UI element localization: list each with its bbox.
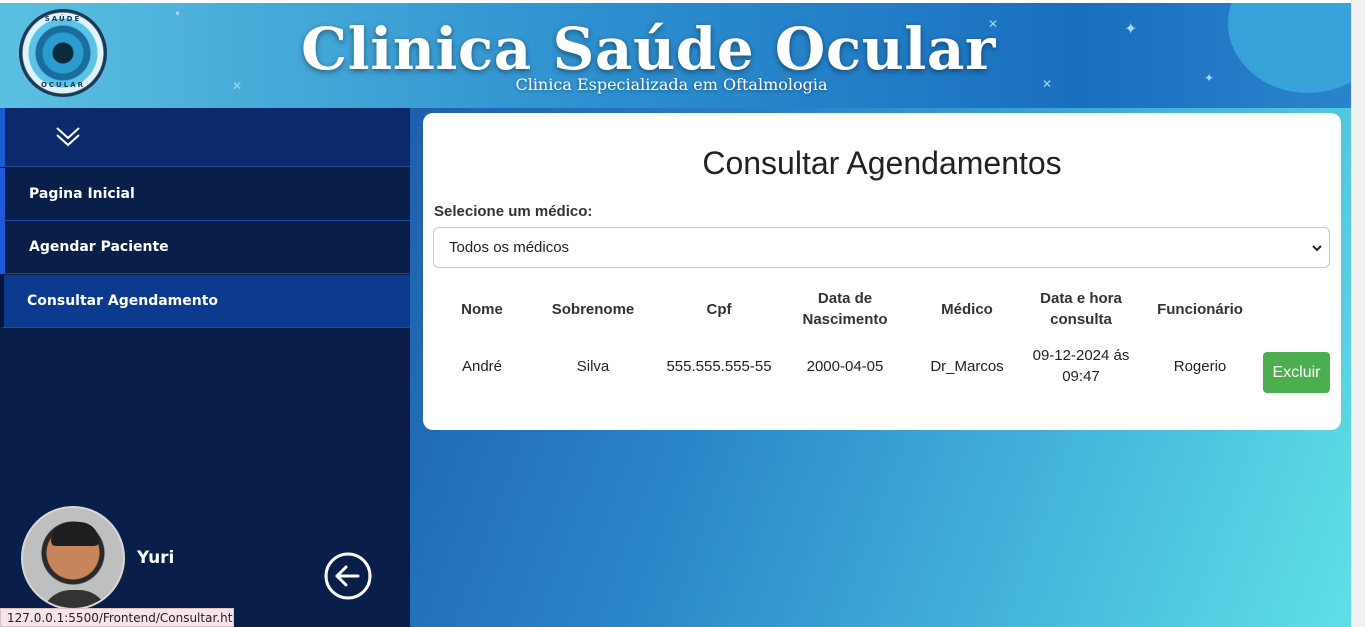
cell-data-hora: 09-12-2024 ás 09:47 [1032,347,1130,385]
chevron-down-icon [1312,245,1322,252]
delete-button[interactable]: Excluir [1263,352,1330,393]
column-header-funcionario: Funcionário [1157,301,1243,318]
avatar-hair [51,522,99,546]
column-header-medico: Médico [941,301,993,318]
sidebar-toggle-button[interactable] [0,108,410,167]
cell-sobrenome: Silva [576,358,610,375]
doctor-select-value: Todos os médicos [449,239,570,256]
sidebar-item-agendar-paciente[interactable]: Agendar Paciente [0,221,410,274]
chevron-double-down-icon [56,127,80,147]
cell-nome: André [461,358,503,375]
arrow-left-circle-icon[interactable] [323,551,373,601]
doctor-select-label: Selecione um médico: [434,203,593,220]
page-scrollbar[interactable] [1351,0,1365,627]
column-header-data-hora: Data e hora consulta [1040,290,1122,328]
user-name: Yuri [137,548,175,568]
status-bar-url: 127.0.0.1:5500/Frontend/Consultar.html [0,608,234,627]
avatar-shirt [41,590,109,608]
doctor-select[interactable]: Todos os médicos [433,227,1330,268]
avatar[interactable] [21,506,125,610]
main-content: Consultar Agendamentos Selecione um médi… [410,108,1351,627]
column-header-data-nascimento: Data de Nascimento [802,290,888,328]
cell-medico: Dr_Marcos [930,358,1004,375]
site-subtitle: Clinica Especializada em Oftalmologia [515,75,828,94]
cell-cpf: 555.555.555-55 [666,358,772,375]
page-title: Consultar Agendamentos [702,145,1062,181]
column-header-cpf: Cpf [706,301,732,318]
cell-funcionario: Rogerio [1173,358,1227,375]
appointments-card: Consultar Agendamentos Selecione um médi… [423,113,1341,430]
site-header: • ✕ ✕ ✕ ✦ ✦ SAÚDE OCULAR Clinica Saúde O… [0,3,1351,108]
sidebar-item-pagina-inicial[interactable]: Pagina Inicial [0,168,410,221]
column-header-nome: Nome [461,301,503,318]
site-title: Clinica Saúde Ocular [301,15,996,83]
sidebar-item-consultar-agendamento[interactable]: Consultar Agendamento [0,275,410,328]
column-header-sobrenome: Sobrenome [551,301,635,318]
sidebar: Pagina Inicial Agendar Paciente Consulta… [0,108,410,627]
cell-data-nascimento: 2000-04-05 [806,358,884,375]
viewport: • ✕ ✕ ✕ ✦ ✦ SAÚDE OCULAR Clinica Saúde O… [0,0,1351,627]
